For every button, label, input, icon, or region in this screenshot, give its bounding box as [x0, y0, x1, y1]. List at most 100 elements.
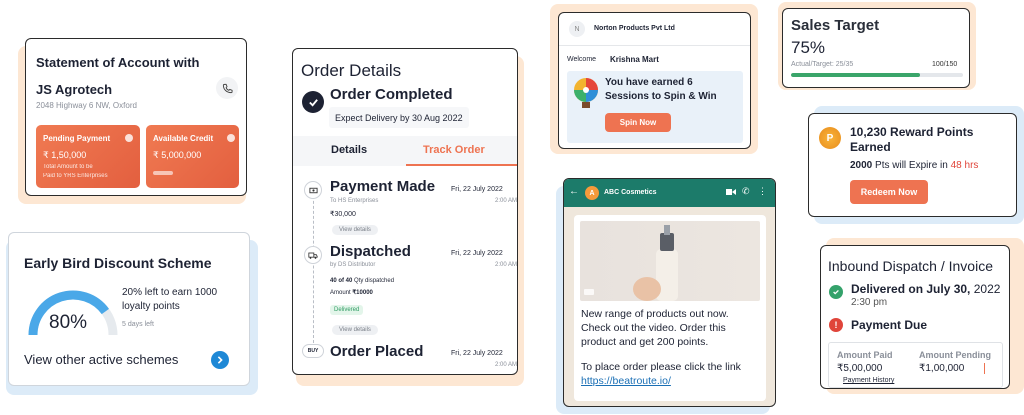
- message-line-4: To place order please click the link: [581, 361, 741, 373]
- buy-icon: BUY: [302, 344, 324, 358]
- message-line-3: product and get 200 points.: [581, 336, 709, 348]
- redeem-now-button[interactable]: Redeem Now: [850, 180, 928, 204]
- dispatched-date: Fri, 22 July 2022: [451, 250, 503, 257]
- back-arrow-icon[interactable]: ←: [569, 186, 579, 197]
- reward-title-2: Earned: [850, 140, 891, 154]
- statement-company: JS Agrotech: [36, 82, 113, 97]
- order-expected-delivery: Expect Delivery by 30 Aug 2022: [329, 107, 469, 128]
- delivered-time: 2:30 pm: [851, 297, 888, 308]
- sales-target-percent: 75%: [791, 38, 826, 57]
- dispatched-qty-bold: 40 of 40: [330, 278, 353, 284]
- sales-progress-track: [791, 73, 963, 77]
- phone-call-icon[interactable]: ✆: [742, 186, 750, 197]
- check-circle-icon: [302, 91, 324, 113]
- payment-icon: [304, 181, 322, 199]
- delivered-line: Delivered on July 30, 2022: [851, 282, 1000, 296]
- reward-card: P 10,230 Reward Points Earned 2000 Pts w…: [808, 113, 1017, 217]
- spin-banner-line1: You have earned 6: [605, 77, 693, 88]
- spin-wheel-icon: [574, 78, 598, 108]
- message-link[interactable]: https://beatroute.io/: [581, 375, 671, 387]
- redeem-now-label: Redeem Now: [860, 187, 918, 197]
- payment-history-link[interactable]: Payment History: [843, 377, 894, 384]
- dispatched-time: 2:00 AM: [495, 262, 518, 268]
- payment-made-date: Fri, 22 July 2022: [451, 186, 503, 193]
- tab-details[interactable]: Details: [331, 144, 367, 156]
- dispatched-qty-rest: Qty dispatched: [352, 278, 395, 284]
- available-credit-tile[interactable]: Available Credit ₹ 5,000,000: [146, 125, 239, 188]
- statement-card: Statement of Account with JS Agrotech 20…: [25, 38, 247, 196]
- reward-coin-letter: P: [826, 132, 834, 144]
- payment-view-details[interactable]: View details: [332, 225, 378, 235]
- pending-payment-amount: ₹ 1,50,000: [43, 150, 87, 160]
- order-tabs: Details Track Order: [293, 136, 517, 166]
- dispatched-amount: ₹10000: [352, 290, 373, 296]
- tab-track-order[interactable]: Track Order: [423, 144, 485, 156]
- amount-paid-label: Amount Paid: [837, 350, 893, 360]
- other-schemes-link[interactable]: View other active schemes: [24, 352, 178, 367]
- payment-made-time: 2:00 AM: [495, 198, 518, 204]
- order-placed-date: Fri, 22 July 2022: [451, 350, 503, 357]
- message-line-2: Check out the video. Order this: [581, 322, 726, 334]
- delivered-date: Delivered on July 30,: [851, 282, 971, 296]
- order-expected-text: Expect Delivery by 30 Aug 2022: [335, 112, 463, 123]
- info-icon: [227, 134, 235, 142]
- whatsapp-contact-name: ABC Cosmetics: [604, 189, 657, 196]
- pending-note-1: Total Amount to be: [43, 164, 93, 170]
- amount-paid-value: ₹5,00,000: [837, 363, 883, 374]
- early-bird-days-left: 5 days left: [122, 321, 154, 328]
- truck-icon: [304, 246, 322, 264]
- early-bird-percent: 80%: [49, 312, 88, 333]
- pending-cursor: [984, 363, 985, 374]
- early-bird-title: Early Bird Discount Scheme: [24, 255, 212, 271]
- sales-target-card: Sales Target 75% Actual/Target: 25/35 10…: [782, 8, 970, 88]
- video-call-icon[interactable]: [726, 188, 736, 196]
- tab-active-underline: [406, 164, 517, 166]
- phone-icon[interactable]: [216, 77, 238, 99]
- check-green-icon: [829, 285, 843, 299]
- delivered-badge: Delivered: [330, 305, 364, 315]
- pending-payment-tile[interactable]: Pending Payment ₹ 1,50,000 Total Amount …: [36, 125, 140, 188]
- delivered-year: 2022: [970, 282, 1001, 296]
- sales-progress-fill: [791, 73, 920, 77]
- inbound-title: Inbound Dispatch / Invoice: [828, 258, 993, 274]
- info-icon: [125, 134, 133, 142]
- order-status: Order Completed: [330, 86, 453, 103]
- amount-pending-value: ₹1,00,000: [919, 363, 965, 374]
- timeline-line: [313, 191, 314, 343]
- reward-coin-icon: P: [819, 127, 841, 149]
- dispatched-view-details[interactable]: View details: [332, 325, 378, 335]
- sales-actual-label: Actual/Target: 25/35: [791, 61, 854, 68]
- pending-payment-label: Pending Payment: [43, 134, 111, 143]
- spin-banner: You have earned 6 Sessions to Spin & Win…: [567, 71, 743, 143]
- order-title: Order Details: [301, 61, 402, 80]
- whatsapp-avatar-letter: A: [589, 189, 595, 197]
- alert-icon-glyph: !: [834, 320, 838, 330]
- dispatched-amount-label: Amount: [330, 290, 351, 296]
- dispatched-qty: 40 of 40 Qty dispatched: [330, 278, 394, 284]
- early-bird-desc-1: 20% left to earn 1000: [122, 287, 218, 298]
- whatsapp-card: ← A ABC Cosmetics ✆ ⋮ New range of produ…: [563, 178, 776, 407]
- chevron-right-icon[interactable]: [211, 351, 229, 369]
- message-image[interactable]: [580, 221, 760, 301]
- early-bird-desc-2: loyalty points: [122, 301, 180, 312]
- sales-max-label: 100/150: [932, 61, 958, 68]
- spin-banner-line2: Sessions to Spin & Win: [605, 91, 717, 102]
- order-placed-time: 2:00 AM: [495, 362, 518, 368]
- norton-card: N Norton Products Pvt Ltd Welcome Krishn…: [558, 12, 751, 149]
- dispatched-sub: by DS Distributor: [330, 262, 376, 268]
- norton-company: Norton Products Pvt Ltd: [594, 25, 675, 32]
- statement-title: Statement of Account with: [36, 55, 200, 70]
- payment-made-sub: To HS Enterprises: [330, 198, 379, 204]
- dispatched-amount-row: Amount ₹10000: [330, 289, 373, 296]
- message-line-1: New range of products out now.: [581, 308, 729, 320]
- inbound-card: Inbound Dispatch / Invoice Delivered on …: [820, 245, 1010, 389]
- pending-note-2: Paid to YRS Enterprises: [43, 173, 108, 179]
- available-credit-label: Available Credit: [153, 134, 214, 143]
- more-options-icon[interactable]: ⋮: [758, 186, 767, 197]
- available-credit-amount: ₹ 5,000,000: [153, 150, 202, 160]
- spin-now-button[interactable]: Spin Now: [605, 113, 671, 132]
- payment-made-title: Payment Made: [330, 178, 436, 195]
- reward-expire-text: Pts will Expire in: [872, 160, 951, 171]
- credit-placeholder-bar: [153, 171, 173, 175]
- norton-avatar: N: [569, 21, 585, 37]
